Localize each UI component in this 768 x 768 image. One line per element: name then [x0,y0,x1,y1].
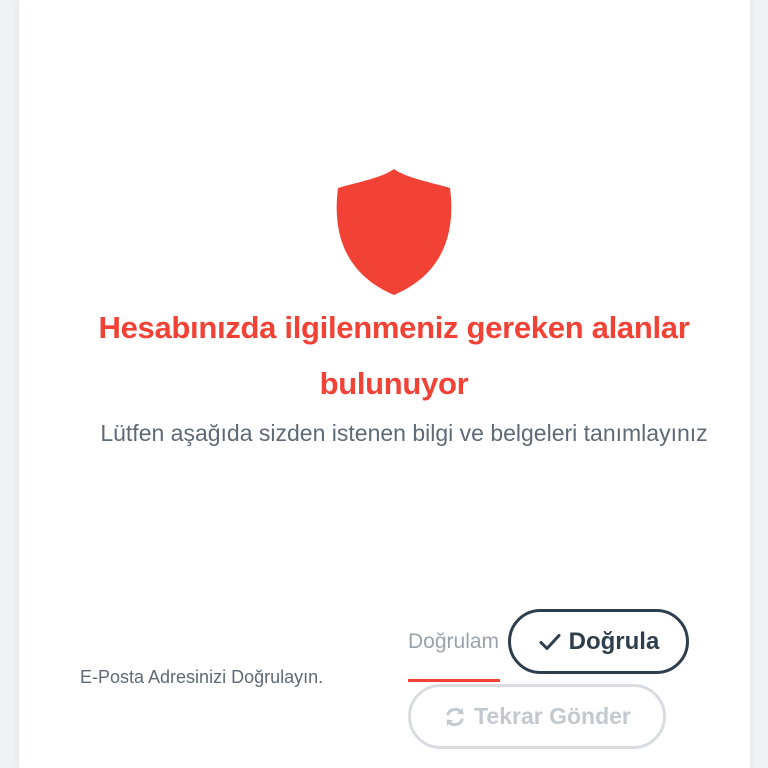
verification-code-input[interactable] [408,621,500,663]
refresh-icon [443,705,467,729]
email-verification-label: E-Posta Adresinizi Doğrulayın. [80,667,324,687]
check-icon [538,632,562,652]
alert-title: Hesabınızda ilgilenmeniz gereken alanlar… [98,310,690,401]
alert-subtitle: Lütfen aşağıda sizden istenen bilgi ve b… [100,420,708,446]
verify-button-label: Doğrula [568,627,660,655]
verify-button[interactable]: Doğrula [508,609,689,674]
verification-code-underline [408,679,500,682]
resend-button[interactable]: Tekrar Gönder [408,684,666,749]
resend-button-label: Tekrar Gönder [474,703,631,729]
shield-icon [336,169,452,295]
alert-card: Hesabınızda ilgilenmeniz gereken alanlar… [18,0,751,768]
